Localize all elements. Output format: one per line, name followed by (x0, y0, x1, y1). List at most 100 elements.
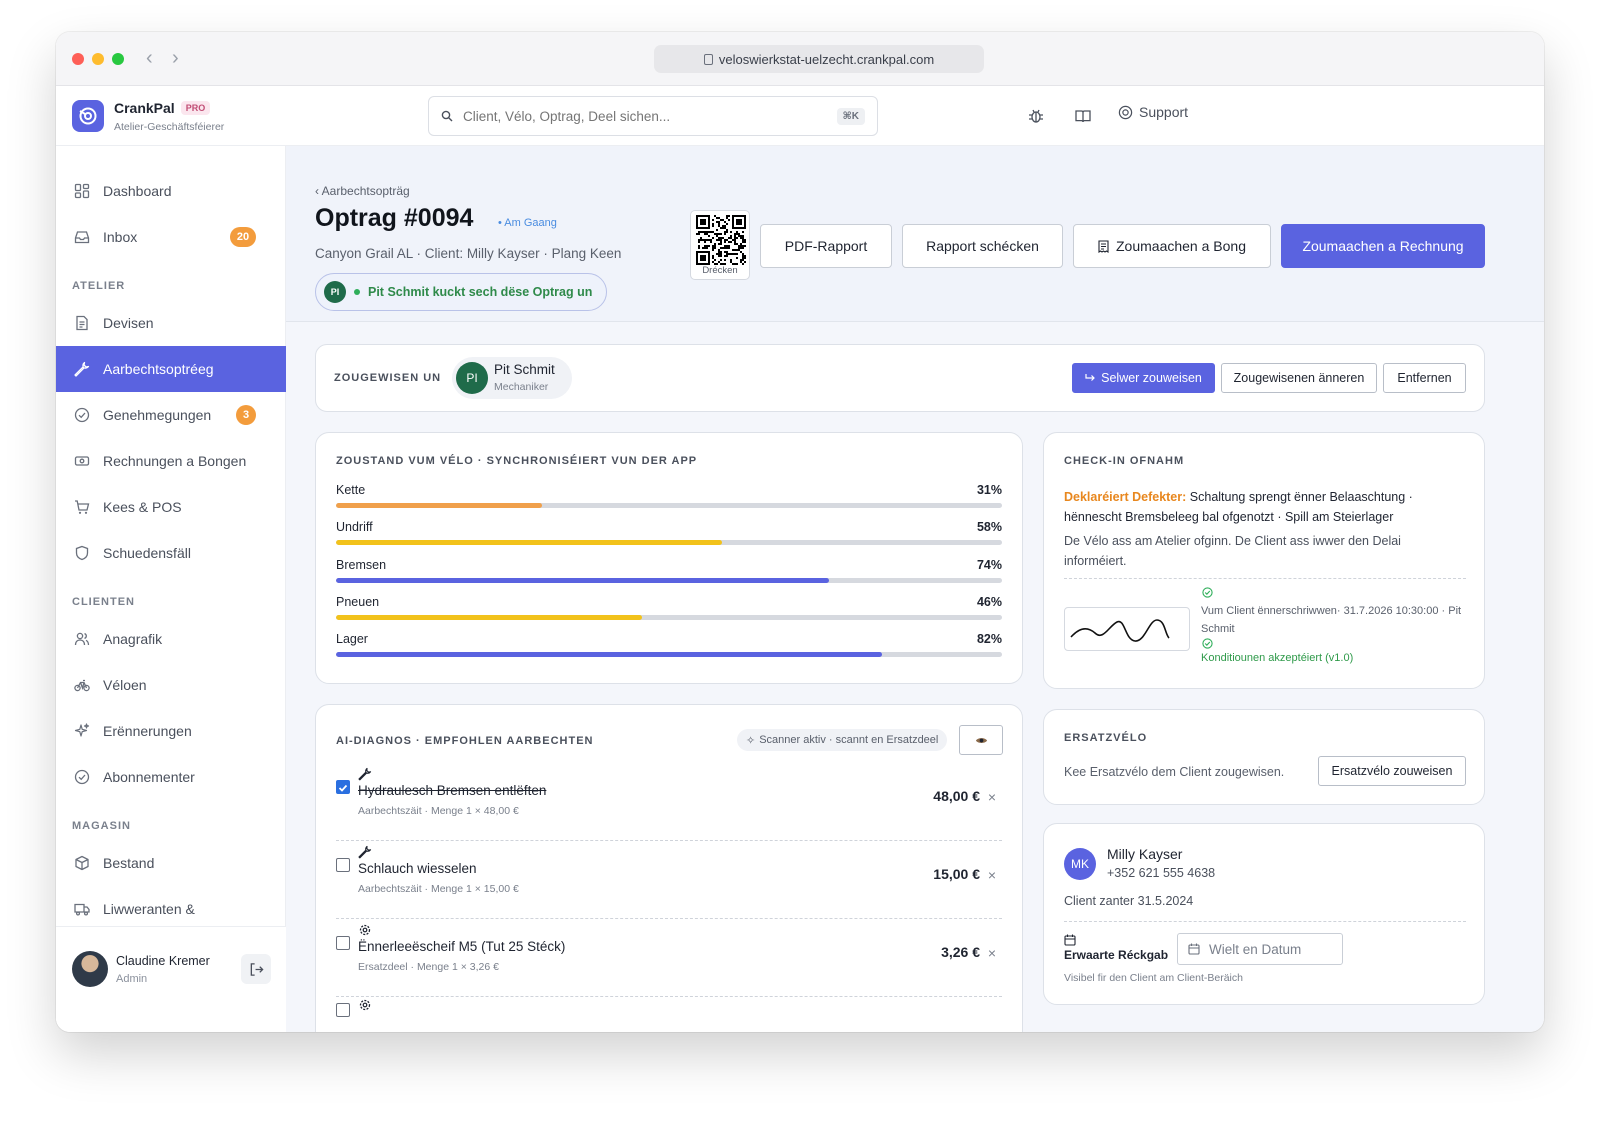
assignment-card: ZOUGEWISEN UN PI Pit Schmit Mechaniker S… (315, 344, 1485, 412)
global-search[interactable]: ⌘K (428, 96, 878, 136)
crankpal-logo[interactable] (72, 100, 104, 132)
sidebar-item-inbox[interactable]: Inbox 20 (56, 214, 286, 260)
condition-label: Bremsen (336, 557, 387, 572)
declared-defects: Deklaréiert Defekter: Schaltung sprengt … (1064, 487, 1466, 527)
sidebar-item-rechnungen[interactable]: Rechnungen a Bongen (56, 438, 286, 484)
forward-arrow-icon[interactable]: › (172, 47, 179, 70)
sidebar-item-label: Liwweranten & (103, 901, 195, 917)
section-label-atelier: ATELIER (72, 280, 126, 292)
close-window-button[interactable] (72, 53, 84, 65)
users-icon (73, 630, 91, 648)
change-assignee-button[interactable]: Zougewisenen änneren (1221, 363, 1377, 393)
condition-bar-fill (336, 614, 643, 620)
item-checkbox[interactable] (336, 858, 350, 872)
sidebar-item-veloen[interactable]: Véloen (56, 662, 286, 708)
condition-value: 82% (976, 632, 1002, 647)
gear-icon (359, 999, 371, 1011)
checkin-card: CHECK-IN OFNAHM Deklaréiert Defekter: Sc… (1043, 432, 1485, 689)
checkin-heading: CHECK-IN OFNAHM (1064, 455, 1185, 467)
sidebar-item-label: Anagrafik (103, 631, 163, 647)
logout-button[interactable] (241, 954, 271, 984)
condition-bar-track (336, 503, 1002, 508)
condition-bar-track (336, 652, 1002, 658)
diagnosis-item: Schlauch wiesselen Aarbechtszäit · Menge … (336, 841, 1002, 919)
shield-icon (73, 544, 91, 562)
sidebar-item-devisen[interactable]: Devisen (56, 300, 286, 346)
support-label: Support (1139, 104, 1189, 120)
remove-item-icon[interactable]: × (988, 789, 996, 805)
approvals-count-badge: 3 (236, 405, 256, 425)
item-price: 3,26 € (941, 944, 980, 960)
qr-print-button[interactable]: Drécken (690, 210, 750, 280)
bicycle-icon (73, 676, 91, 694)
sidebar-item-anagrafik[interactable]: Anagrafik (56, 616, 286, 662)
replacement-bike-card: ERSATZVÉLO Kee Ersatzvélo dem Client zou… (1043, 709, 1485, 805)
sidebar-item-label: Erënnerungen (103, 723, 192, 739)
book-icon[interactable] (1073, 106, 1093, 126)
minimize-window-button[interactable] (92, 53, 104, 65)
grid-icon (73, 182, 91, 200)
client-phone[interactable]: +352 621 555 4638 (1107, 866, 1215, 880)
sidebar-item-genehmegungen[interactable]: Genehmegungen 3 (56, 392, 286, 438)
support-link[interactable]: Support (1118, 104, 1188, 120)
sidebar-item-label: Bestand (103, 855, 155, 871)
close-receipt-button[interactable]: Zoumaachen a Bong (1073, 224, 1271, 268)
remove-item-icon[interactable]: × (988, 945, 996, 961)
live-viewer-pill: PI Pit Schmit kuckt sech dëse Optrag un (315, 273, 608, 311)
return-label: Erwaarte Réckgab (1064, 948, 1169, 962)
assignee-name: Pit Schmit (494, 362, 555, 377)
search-icon (441, 110, 453, 122)
lifebuoy-icon (1118, 105, 1133, 119)
condition-bar-fill (336, 577, 829, 583)
maximize-window-button[interactable] (112, 53, 124, 65)
wrench-icon (358, 845, 374, 861)
sidebar-item-schuedensfaell[interactable]: Schuedensfäll (56, 530, 286, 576)
client-signature (1064, 607, 1190, 651)
pdf-report-button[interactable]: PDF-Rapport (760, 224, 892, 268)
sparkles-icon (73, 722, 91, 740)
item-checkbox[interactable] (336, 780, 350, 794)
search-input[interactable] (463, 108, 827, 124)
condition-value: 46% (976, 594, 1002, 609)
viewer-text: Pit Schmit kuckt sech dëse Optrag un (368, 285, 593, 299)
replacement-heading: ERSATZVÉLO (1064, 732, 1148, 744)
back-arrow-icon[interactable]: ‹ (146, 47, 153, 70)
app-name: CrankPal PRO (114, 100, 211, 116)
assign-self-button[interactable]: Selwer zouweisen (1072, 363, 1215, 393)
condition-row: Bremsen 74% (336, 558, 1002, 588)
date-placeholder: Wielt en Datum (1209, 941, 1302, 957)
assign-replacement-button[interactable]: Ersatzvélo zouweisen (1318, 756, 1466, 786)
user-avatar[interactable] (72, 951, 108, 987)
user-role: Admin (116, 973, 148, 985)
assignment-label: ZOUGEWISEN UN (334, 372, 442, 384)
sidebar-item-erennerungen[interactable]: Erënnerungen (56, 708, 286, 754)
divider (1064, 578, 1466, 579)
gear-icon (358, 923, 374, 939)
sidebar-item-bestand[interactable]: Bestand (56, 840, 286, 886)
condition-bar-fill (336, 652, 883, 658)
item-checkbox[interactable] (336, 1003, 350, 1017)
return-date-picker[interactable]: Wielt en Datum (1177, 933, 1343, 965)
sidebar-item-label: Dashboard (103, 183, 172, 199)
job-header: ‹ Aarbechtsopträg Optrag #0094 • Am Gaan… (286, 146, 1544, 322)
breadcrumb[interactable]: ‹ Aarbechtsopträg (315, 184, 410, 198)
terms-accepted: Konditiounen akzeptéiert (v1.0) (1201, 652, 1354, 664)
remove-item-icon[interactable]: × (988, 867, 996, 883)
toggle-visibility-button[interactable] (959, 725, 1003, 755)
address-bar[interactable]: veloswierkstat-uelzecht.crankpal.com (654, 45, 984, 73)
bug-icon[interactable] (1026, 106, 1046, 126)
send-report-button[interactable]: Rapport schécken (902, 224, 1063, 268)
sidebar-item-abonnementer[interactable]: Abonnementer (56, 754, 286, 800)
item-checkbox[interactable] (336, 936, 350, 950)
search-shortcut: ⌘K (836, 107, 865, 125)
condition-row: Kette 31% (336, 483, 1002, 513)
document-icon (73, 314, 91, 332)
sidebar-item-dashboard[interactable]: Dashboard (56, 168, 286, 214)
sidebar-item-aarbechtsoptreeg[interactable]: Aarbechtsoptréeg (56, 346, 286, 392)
close-invoice-button[interactable]: Zoumaachen a Rechnung (1281, 224, 1485, 268)
sidebar-item-kees-pos[interactable]: Kees & POS (56, 484, 286, 530)
condition-label: Lager (336, 632, 368, 647)
wrench-icon (73, 360, 91, 378)
client-name[interactable]: Milly Kayser (1107, 846, 1182, 862)
remove-assignee-button[interactable]: Entfernen (1383, 363, 1466, 393)
